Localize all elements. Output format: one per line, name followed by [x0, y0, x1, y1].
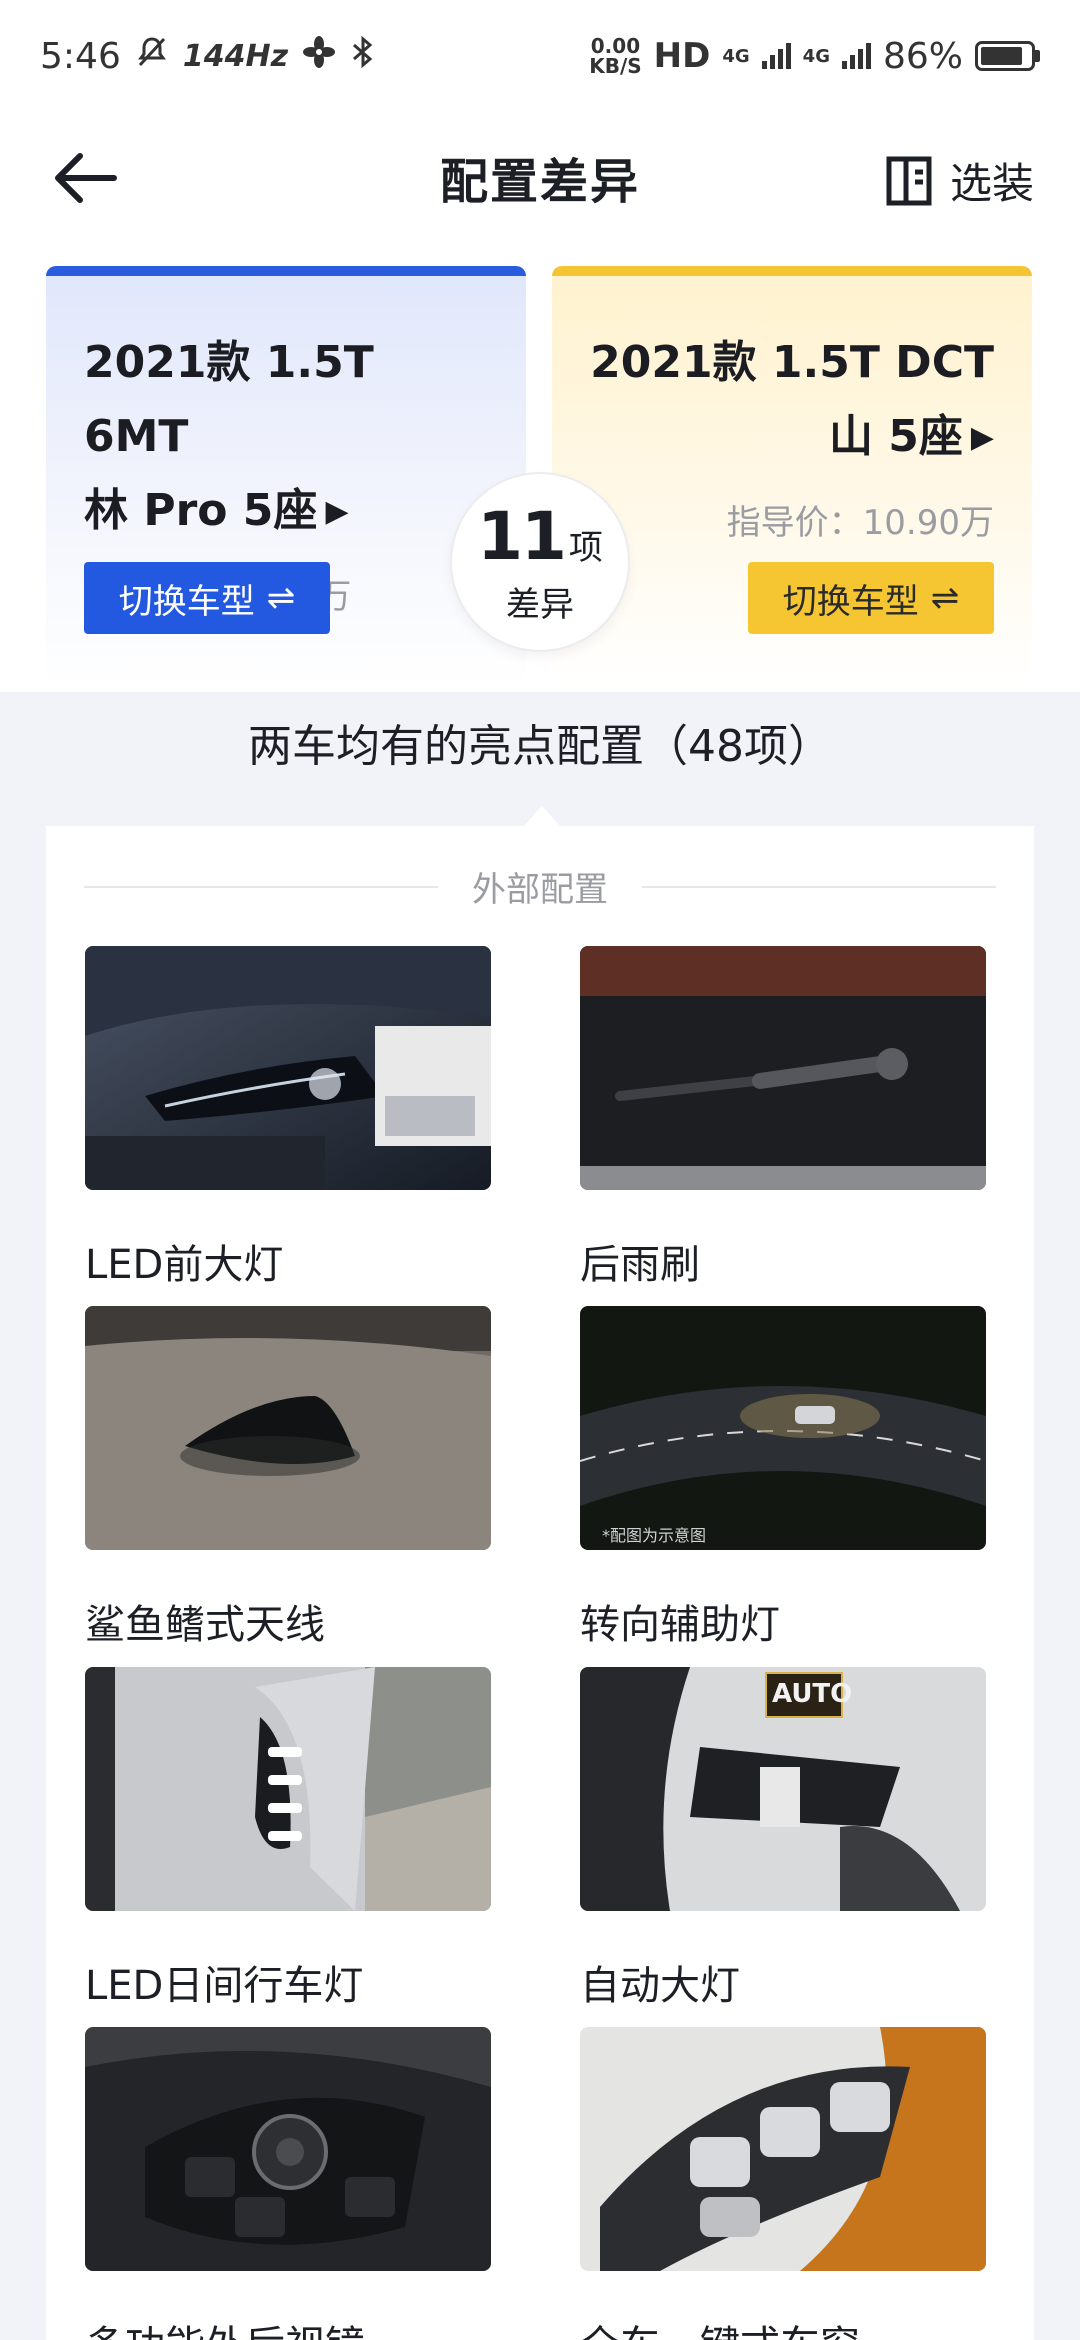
option-icon: [886, 156, 932, 205]
car-model-line1: 2021款 1.5T DCT: [590, 337, 994, 388]
feature-item[interactable]: AUTO 自动大灯: [580, 1667, 986, 2011]
feature-item[interactable]: *配图为示意图 转向辅助灯: [580, 1306, 986, 1650]
option-label: 选装: [949, 159, 1034, 208]
mute-icon: [135, 35, 169, 78]
feature-image: [580, 2027, 986, 2271]
feature-image: [85, 1667, 491, 1911]
feature-label: 全车一键式车窗: [580, 2313, 986, 2340]
feature-image: AUTO: [580, 1667, 986, 1911]
signal-icon: [841, 43, 871, 69]
difference-label: 差异: [506, 585, 574, 625]
difference-unit: 项: [568, 528, 603, 568]
car-model-line2[interactable]: 山 5座 ▶: [590, 400, 994, 475]
bluetooth-icon: [350, 35, 376, 78]
swap-icon: ⇌: [266, 578, 296, 618]
car-card-left: 2021款 1.5T 6MT 林 Pro 5座▶ 指导价：10.19万 切换车型…: [46, 266, 526, 686]
refresh-rate: 144Hz: [182, 38, 289, 74]
image-watermark: AUTO: [772, 1679, 853, 1709]
fan-icon: [302, 35, 336, 78]
feature-image: [85, 946, 491, 1190]
sim1-type: 4G: [722, 45, 750, 67]
hd-indicator: HD: [653, 36, 711, 76]
back-arrow-icon[interactable]: [50, 150, 120, 206]
feature-item[interactable]: 多功能外后视镜: [85, 2027, 491, 2340]
switch-model-button[interactable]: 切换车型 ⇌: [748, 562, 994, 634]
sim2-type: 4G: [802, 45, 830, 67]
page-title: 配置差异: [439, 154, 640, 210]
feature-label: 转向辅助灯: [580, 1602, 780, 1648]
swap-icon: ⇌: [930, 578, 960, 618]
divider: [84, 885, 438, 888]
difference-badge[interactable]: 11 项 差异: [452, 474, 628, 650]
car-model-line2[interactable]: 林 Pro 5座 ▶: [84, 474, 488, 549]
difference-count: 11: [477, 498, 567, 575]
nav-bar: 配置差异 选装: [0, 112, 1080, 242]
section-title: 外部配置: [472, 870, 608, 910]
play-arrow-icon: ▶: [325, 494, 349, 529]
feature-image: [580, 946, 986, 1190]
feature-image: [85, 2027, 491, 2271]
play-arrow-icon: ▶: [970, 420, 994, 455]
battery-icon: [975, 41, 1040, 71]
pointer-triangle: [524, 806, 560, 826]
divider: [642, 885, 996, 888]
guide-price: 指导价：10.90万: [726, 503, 994, 543]
feature-image: [85, 1306, 491, 1550]
car-card-right: 2021款 1.5T DCT 山 5座 ▶ 指导价：10.90万 切换车型 ⇌: [552, 266, 1032, 686]
feature-item[interactable]: 全车一键式车窗: [580, 2027, 986, 2340]
battery-percent: 86%: [882, 35, 963, 77]
feature-image: *配图为示意图: [580, 1306, 986, 1550]
section-header: 外部配置: [84, 862, 996, 911]
car-model-line1: 2021款 1.5T 6MT: [84, 337, 374, 462]
feature-item[interactable]: 鲨鱼鳍式天线: [85, 1306, 491, 1650]
net-speed: 0.00 KB/S: [589, 34, 642, 78]
image-watermark: *配图为示意图: [602, 1526, 707, 1545]
feature-label: 鲨鱼鳍式天线: [85, 1602, 325, 1648]
feature-label: 后雨刷: [580, 1242, 700, 1288]
feature-item[interactable]: LED前大灯: [85, 946, 491, 1290]
feature-label: 自动大灯: [580, 1963, 740, 2009]
feature-label: LED日间行车灯: [85, 1963, 364, 2009]
feature-item[interactable]: LED日间行车灯: [85, 1667, 491, 2011]
feature-label: 多功能外后视镜: [85, 2313, 491, 2340]
status-bar: 5:46 144Hz 0.00 KB/S HD 4G 4G 86%: [0, 0, 1080, 112]
option-button[interactable]: 选装: [886, 150, 1034, 211]
feature-item[interactable]: 后雨刷: [580, 946, 986, 1290]
shared-config-title: 两车均有的亮点配置（48项）: [248, 721, 832, 772]
switch-model-button[interactable]: 切换车型 ⇌: [84, 562, 330, 634]
status-time: 5:46: [40, 35, 121, 77]
feature-label: LED前大灯: [85, 1242, 284, 1288]
signal-icon: [761, 43, 791, 69]
